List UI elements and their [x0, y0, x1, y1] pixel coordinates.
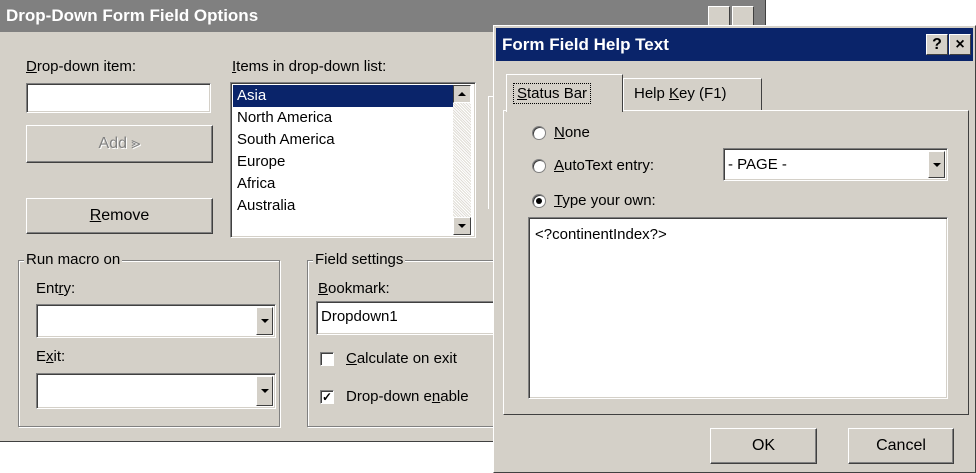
dropdown-dialog-title: Drop-Down Form Field Options	[6, 6, 259, 25]
tab-status-bar-label: Status Bar	[513, 83, 592, 104]
dropdown-item-label: Drop-down item:	[26, 58, 137, 75]
ok-button[interactable]: OK	[710, 428, 817, 464]
list-item[interactable]: Australia	[233, 195, 455, 217]
help-dialog-help-button[interactable]: ?	[926, 34, 948, 55]
exit-label: Exit:	[36, 348, 66, 365]
autotext-dropdown-value: - PAGE -	[728, 156, 787, 173]
list-item[interactable]: South America	[233, 129, 455, 151]
calculate-on-exit-checkbox[interactable]	[320, 352, 334, 366]
radio-none-label: None	[554, 124, 590, 141]
dropdown-dialog-help-button[interactable]	[708, 6, 730, 27]
tab-status-bar[interactable]: Status Bar	[506, 74, 623, 112]
dropdown-item-input[interactable]	[26, 83, 211, 113]
items-list: Asia North America South America Europe Afri…	[233, 85, 455, 217]
bookmark-input[interactable]: Dropdown1	[316, 301, 506, 335]
items-listbox[interactable]: Asia North America South America Europe Afri…	[230, 82, 476, 238]
radio-autotext[interactable]	[532, 159, 546, 173]
dropdown-enabled-checkbox[interactable]: ✓	[320, 390, 334, 404]
add-button[interactable]: Add ⪢	[26, 125, 213, 163]
help-text-area[interactable]: <?continentIndex?>	[528, 217, 948, 399]
help-dialog-close-button[interactable]: ×	[949, 34, 971, 55]
list-item[interactable]: Africa	[233, 173, 455, 195]
entry-dropdown[interactable]	[36, 304, 276, 338]
items-list-label: Items in drop-down list:	[232, 58, 387, 75]
entry-label: Entry:	[36, 280, 76, 297]
list-item[interactable]: Europe	[233, 151, 455, 173]
help-text-value: <?continentIndex?>	[535, 226, 667, 243]
radio-autotext-label: AutoText entry:	[554, 157, 655, 174]
calculate-on-exit-label: Calculate on exit	[346, 350, 457, 367]
list-item[interactable]: Asia	[233, 85, 455, 107]
dropdown-enabled-label: Drop-down enable	[346, 388, 469, 405]
exit-dropdown-arrow[interactable]	[256, 376, 273, 406]
help-dialog-titlebar[interactable]: Form Field Help Text	[496, 28, 973, 61]
dropdown-dialog-close-button[interactable]	[732, 6, 754, 27]
help-text-dialog: Form Field Help Text ? × Status Bar Help…	[493, 25, 976, 473]
entry-dropdown-arrow[interactable]	[256, 307, 273, 335]
tab-help-key-label: Help Key (F1)	[634, 85, 727, 102]
radio-none[interactable]	[532, 126, 546, 140]
exit-dropdown[interactable]	[36, 373, 276, 409]
radio-type-your-own-label: Type your own:	[554, 192, 656, 209]
run-macro-group-label: Run macro on	[24, 251, 123, 268]
radio-type-your-own[interactable]	[532, 194, 546, 208]
list-item[interactable]: North America	[233, 107, 455, 129]
autotext-dropdown-arrow[interactable]	[928, 151, 945, 178]
field-settings-group-label: Field settings	[313, 251, 406, 268]
remove-button[interactable]: Remove	[26, 198, 213, 234]
cancel-button[interactable]: Cancel	[848, 428, 954, 464]
autotext-dropdown[interactable]: - PAGE -	[723, 148, 948, 181]
items-scrollbar[interactable]	[453, 85, 471, 235]
bookmark-label: Bookmark:	[318, 280, 390, 297]
help-dialog-title: Form Field Help Text	[502, 35, 669, 54]
scroll-down-arrow[interactable]	[453, 217, 471, 235]
scroll-up-arrow[interactable]	[453, 85, 471, 103]
tab-help-key[interactable]: Help Key (F1)	[623, 78, 762, 110]
